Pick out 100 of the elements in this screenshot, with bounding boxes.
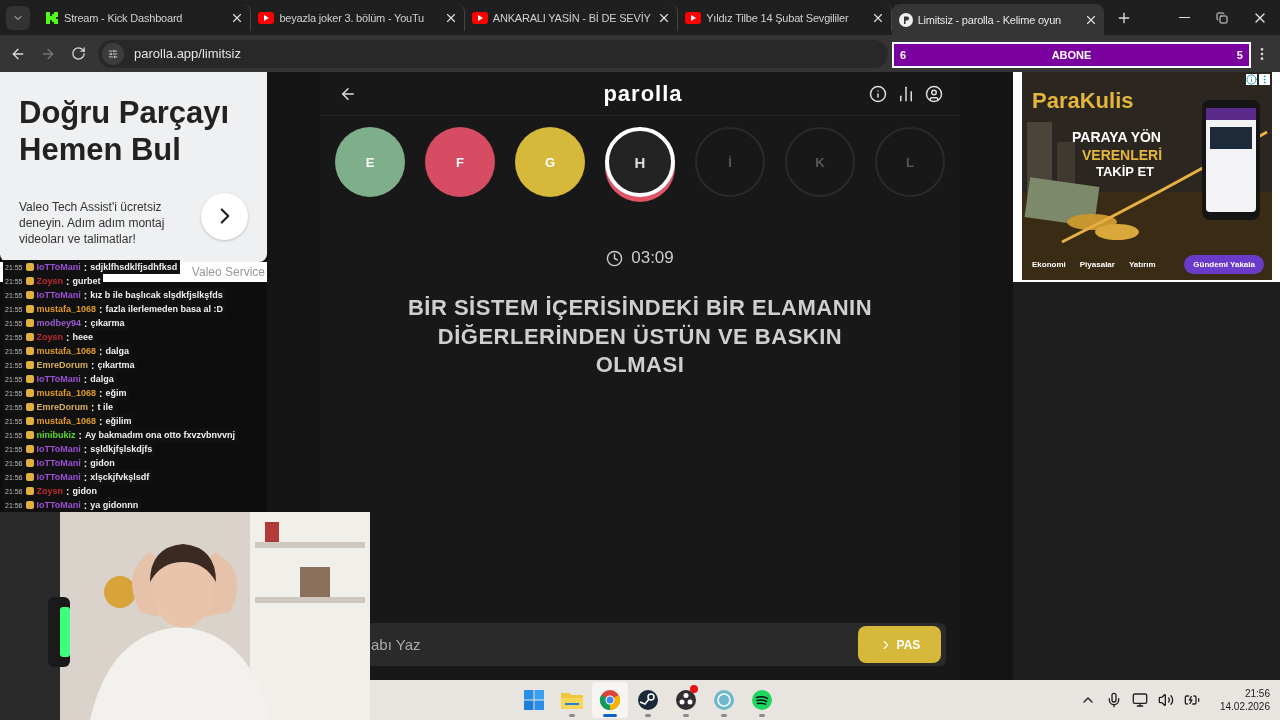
battery-icon[interactable] [1183, 692, 1200, 708]
play-logo-icon [685, 11, 702, 24]
ad-headline: TAKİP ET [1096, 164, 1155, 182]
url-text: parolla.app/limitsiz [134, 46, 241, 61]
minimize-icon [1178, 16, 1190, 19]
clock-icon [606, 249, 624, 267]
tab-title: Limitsiz - parolla - Kelime oyun [917, 13, 1062, 26]
chat-message: gidon [72, 486, 97, 496]
goal-target: 5 [1236, 49, 1243, 61]
network-icon[interactable] [1131, 692, 1148, 708]
chat-separator: : [99, 415, 103, 427]
chat-message: heee [72, 332, 93, 342]
tab-list-button[interactable] [6, 5, 30, 30]
kick-logo-icon [45, 10, 59, 25]
info-button[interactable] [868, 83, 888, 104]
browser-tab[interactable]: Limitsiz - parolla - Kelime oyun [891, 4, 1105, 35]
clock-time: 21:56 [1244, 686, 1270, 700]
profile-button[interactable] [924, 83, 944, 104]
restore-icon [1216, 11, 1229, 24]
ad-headline: Doğru Parçayı Hemen Bul [19, 94, 231, 170]
steam-logo-icon [637, 689, 659, 711]
ad-cta-button[interactable]: Gündemi Yakala [1184, 255, 1264, 274]
address-bar[interactable]: parolla.app/limitsiz [98, 39, 888, 68]
chat-username: IoTToMani [36, 472, 81, 482]
app-circle-icon [713, 689, 735, 711]
tab-title: ANKARALI YASİN - Bİ DE SEVİY [492, 11, 652, 24]
tab-title: beyazla joker 3. bölüm - YouTu [279, 11, 426, 24]
browser-tab[interactable]: beyazla joker 3. bölüm - YouTu [251, 4, 465, 31]
windows-logo-icon [524, 690, 544, 710]
folder-icon [561, 691, 583, 709]
chat-username: EmreDorum [36, 360, 89, 370]
letter-circle: E [335, 127, 405, 197]
tab-title: Yıldız Tilbe 14 Şubat Sevgililer [706, 11, 850, 24]
chat-username: Zoysn [36, 332, 64, 342]
chat-separator: : [83, 289, 88, 301]
chat-message: t ile [97, 402, 113, 412]
chat-username: modbey94 [36, 318, 82, 328]
chat-username: EmreDorum [36, 402, 89, 412]
clock-date: 14.02.2026 [1219, 700, 1270, 714]
play-logo-icon [258, 11, 275, 24]
letter-circle: L [875, 127, 945, 197]
ad-headline: PARAYA YÖN [1072, 128, 1161, 147]
chat-username: ninibukiz [36, 430, 76, 440]
p-logo-icon [898, 12, 913, 27]
ad-category: Ekonomi [1032, 260, 1066, 269]
ad-info-icon[interactable] [1246, 74, 1257, 85]
chat-message: dalga [90, 374, 114, 384]
chat-separator: : [91, 401, 95, 413]
chat-separator: : [99, 303, 103, 315]
chat-message: kız b ile başlıcak slşdkfjslkşfds [90, 290, 223, 300]
ad-menu-icon[interactable] [1259, 74, 1270, 85]
letter-circle: İ [695, 127, 765, 197]
user-icon [925, 84, 943, 103]
letter-circle: F [425, 127, 495, 197]
chat-separator: : [83, 443, 88, 455]
chat-username: mustafa_1068 [36, 304, 97, 314]
chat-separator: : [91, 359, 95, 371]
chat-separator: : [83, 373, 88, 385]
chat-message: çıkarma [90, 318, 125, 328]
chat-message: fazla ilerlemeden basa al :D [105, 304, 223, 314]
volume-icon[interactable] [1157, 692, 1174, 708]
chat-username: IoTToMani [36, 290, 81, 300]
game-title: parolla [602, 80, 684, 107]
browser-tab[interactable]: Stream - Kick Dashboard [38, 4, 252, 31]
chat-separator: : [83, 261, 88, 273]
chat-separator: : [83, 499, 88, 511]
chat-message: eğim [105, 388, 127, 398]
chat-separator: : [66, 331, 70, 343]
chat-separator: : [83, 457, 88, 469]
chat-separator: : [99, 345, 103, 357]
obs-logo-icon [675, 689, 697, 711]
letter-circle: K [785, 127, 855, 197]
chat-separator: : [78, 429, 82, 441]
chat-username: mustafa_1068 [36, 388, 97, 398]
chat-message: gidon [90, 458, 115, 468]
chat-message: dalga [105, 346, 129, 356]
chat-message: sdjklfhsdklfjsdhfksd [90, 262, 178, 272]
ad-card[interactable]: Doğru Parçayı Hemen Bul Valeo Tech Assist'i ücretsiz deneyin. Adım adım montaj videoları ve talimatlar! [0, 72, 267, 262]
ad-headline: VERENLERİ [1082, 146, 1163, 165]
chat-username: IoTToMani [36, 458, 81, 468]
chat-username: mustafa_1068 [36, 416, 97, 426]
tab-title: Stream - Kick Dashboard [64, 11, 184, 24]
sliders-icon [108, 47, 118, 60]
chat-username: IoTToMani [36, 262, 81, 272]
chat-message: çıkartma [97, 360, 135, 370]
chat-message: eğilim [105, 416, 132, 426]
bar-chart-icon [897, 84, 915, 103]
chat-username: IoTToMani [36, 500, 81, 510]
browser-tab[interactable]: Yıldız Tilbe 14 Şubat Sevgililer [678, 4, 892, 31]
chat-separator: : [66, 275, 70, 287]
chat-message: gurbet [72, 276, 101, 286]
info-icon [869, 84, 887, 103]
ad-advertiser: Valeo Service [191, 265, 265, 279]
ad-category: Piyasalar [1079, 260, 1115, 269]
chat-separator: : [84, 317, 88, 329]
ad-text: Valeo Tech Assist'i ücretsiz deneyin. Adım adım montaj videoları ve talimatlar! [19, 198, 166, 249]
play-logo-icon [471, 11, 488, 24]
site-info-button[interactable] [102, 42, 124, 65]
chat-separator: : [99, 387, 103, 399]
browser-tab[interactable]: ANKARALI YASİN - Bİ DE SEVİY [464, 4, 679, 31]
